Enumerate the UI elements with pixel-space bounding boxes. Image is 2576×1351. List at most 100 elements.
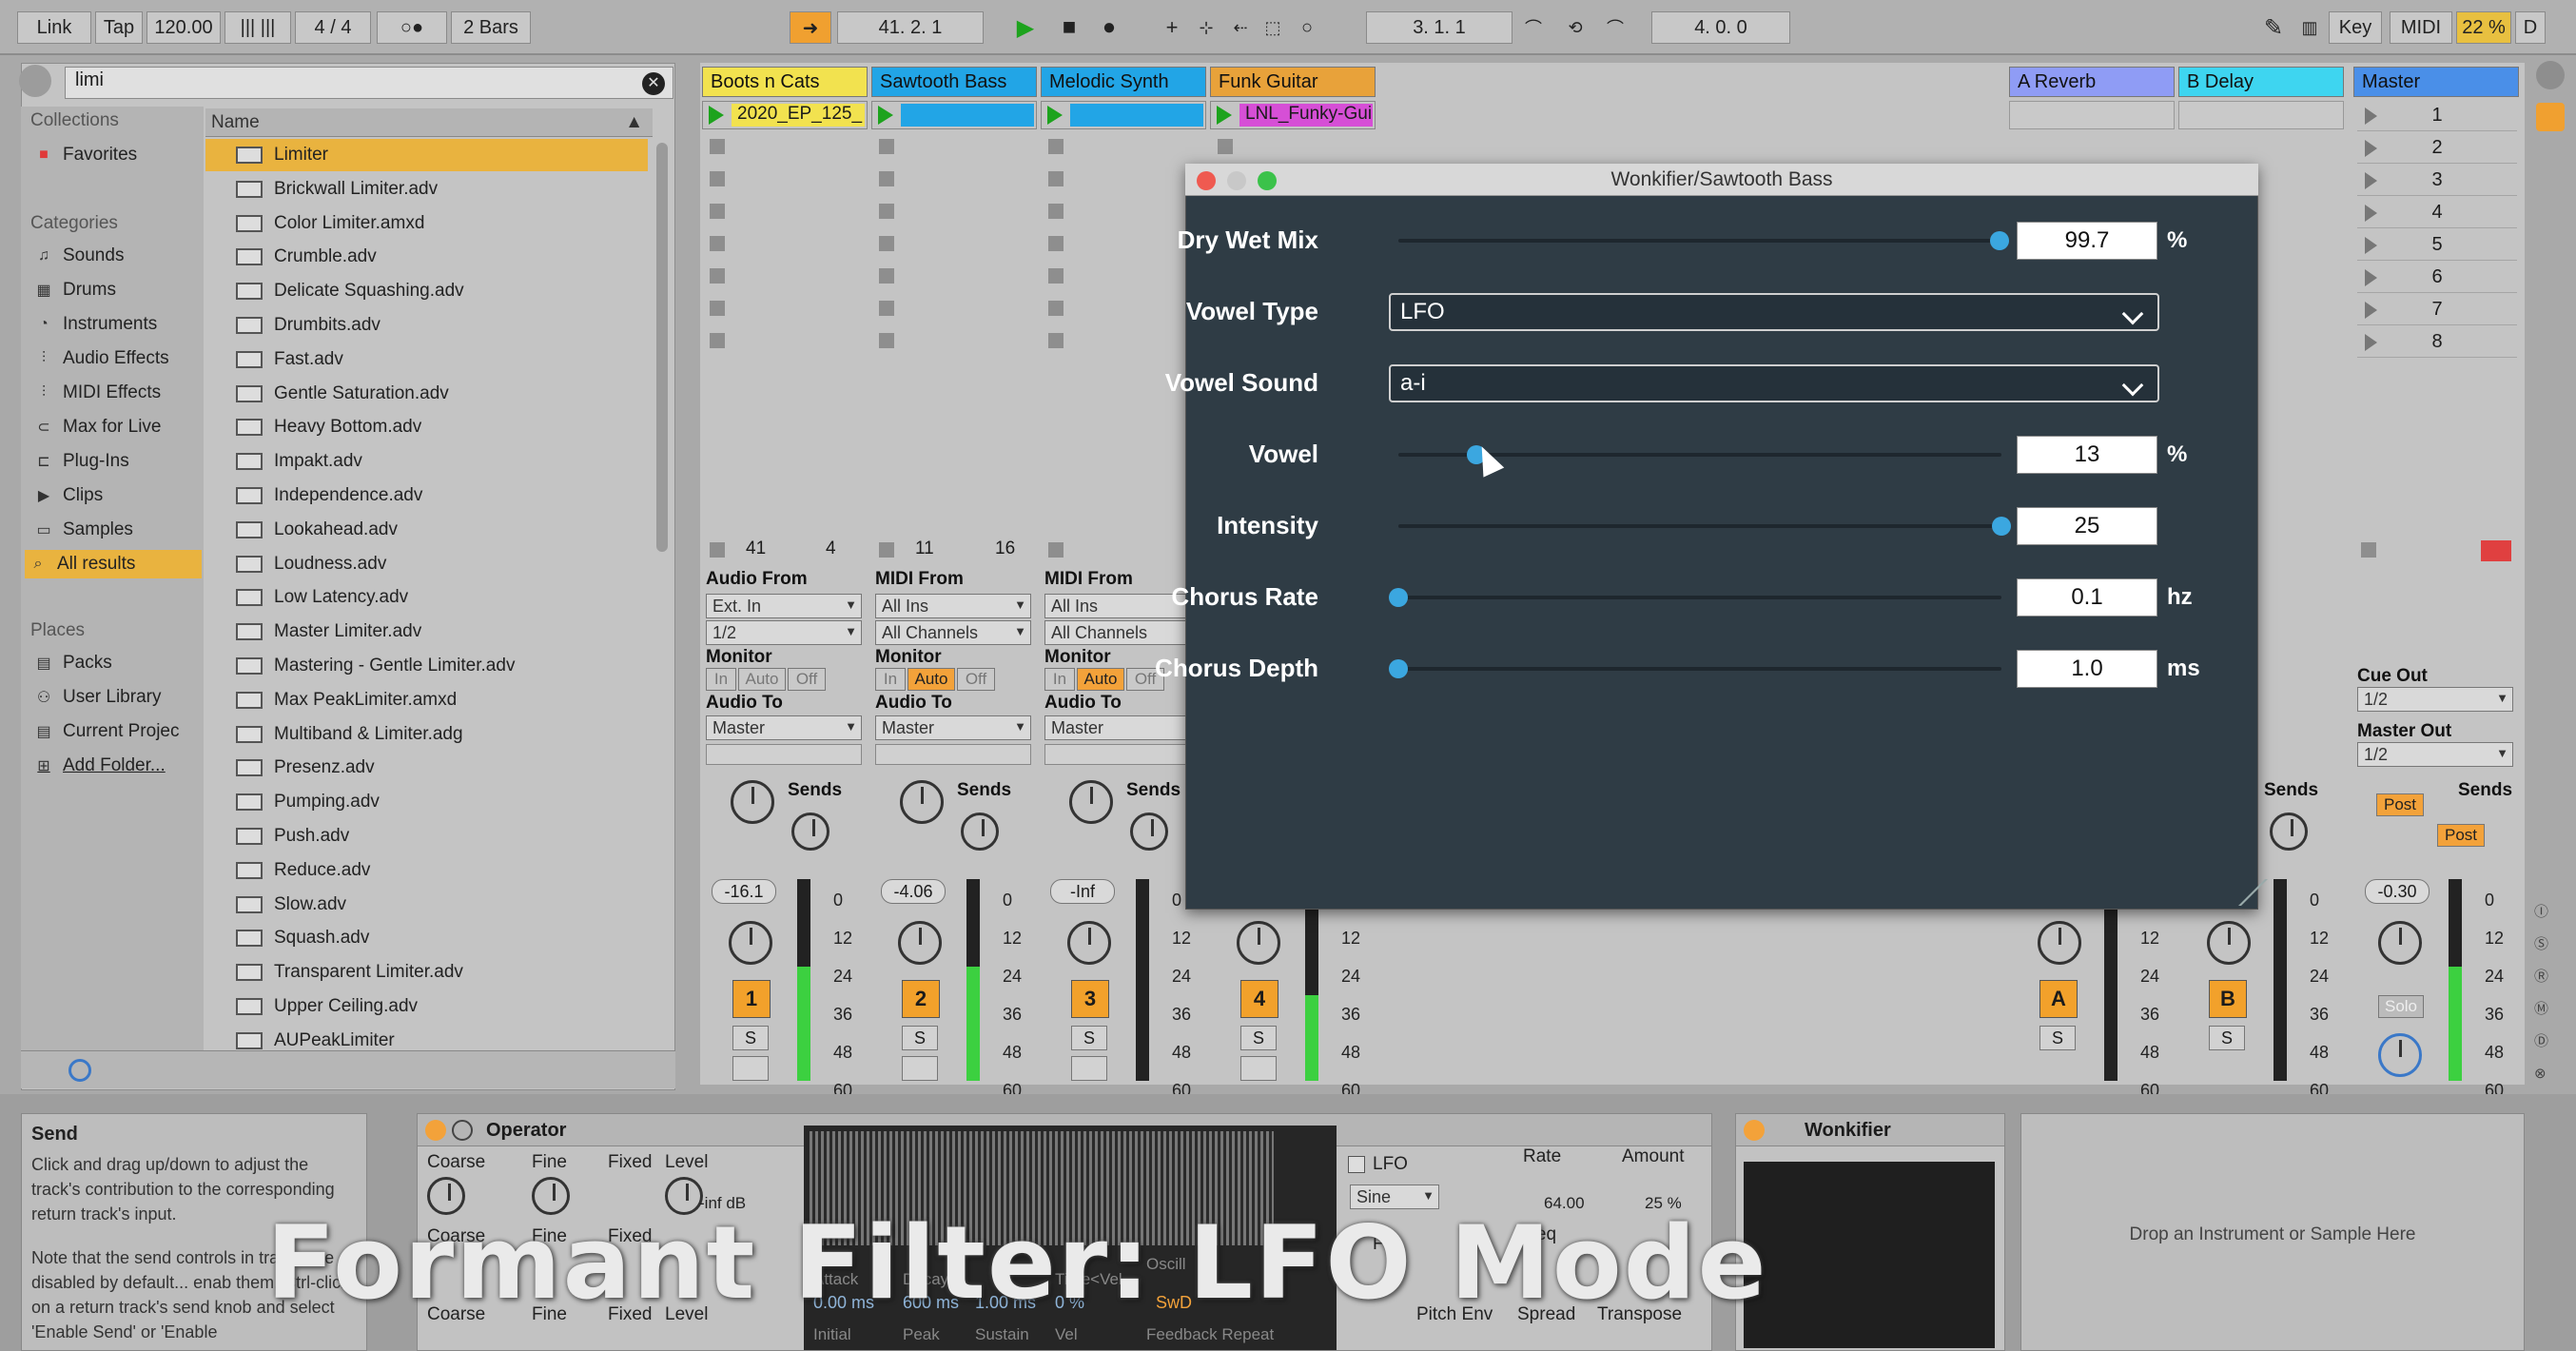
sidebar-item-sounds[interactable]: ♫ Sounds	[30, 242, 202, 270]
scene-play-icon[interactable]	[2365, 268, 2377, 286]
device-on-icon[interactable]	[425, 1120, 446, 1141]
nudge-buttons[interactable]: ||| |||	[224, 11, 291, 44]
solo-button[interactable]: S	[902, 1026, 938, 1050]
session-record-icon[interactable]: ○	[1292, 13, 1322, 42]
track-activator[interactable]: 4	[1240, 980, 1278, 1018]
arm-button[interactable]	[732, 1056, 769, 1081]
punch-out-icon[interactable]: ⌒	[1600, 13, 1630, 42]
list-item[interactable]: Multiband & Limiter.adg	[205, 718, 648, 751]
sidebar-item-plug-ins[interactable]: ⊏ Plug-Ins	[30, 447, 202, 476]
stop-icon[interactable]: ■	[1054, 13, 1084, 42]
sub-routing-menu[interactable]	[875, 744, 1031, 765]
list-item[interactable]: Delicate Squashing.adv	[205, 275, 648, 307]
list-item[interactable]: Push.adv	[205, 820, 648, 852]
minimize-window-icon[interactable]	[1227, 171, 1246, 190]
list-item[interactable]: Transparent Limiter.adv	[205, 956, 648, 989]
list-item[interactable]: Lookahead.adv	[205, 514, 648, 546]
instrument-drop-zone[interactable]: Drop an Instrument or Sample Here	[2020, 1113, 2525, 1351]
master-track-header[interactable]: Master	[2353, 67, 2519, 97]
audio-to-menu[interactable]: Master	[875, 715, 1031, 740]
scene-play-icon[interactable]	[2365, 107, 2377, 125]
scene-play-icon[interactable]	[2365, 139, 2377, 157]
track-activator[interactable]: 2	[902, 980, 940, 1018]
param-value-box[interactable]: 1.0	[2017, 650, 2157, 688]
send-b-knob[interactable]	[2270, 813, 2308, 851]
clip-slot-stop[interactable]	[879, 301, 894, 316]
post-button[interactable]: Post	[2376, 793, 2424, 816]
list-item[interactable]: Heavy Bottom.adv	[205, 411, 648, 443]
return-activator[interactable]: A	[2039, 980, 2078, 1018]
clip-slot-stop[interactable]	[710, 139, 725, 154]
time-signature[interactable]: 4 / 4	[295, 11, 371, 44]
list-item[interactable]: Loudness.adv	[205, 548, 648, 580]
param-value-box[interactable]: 13	[2017, 436, 2157, 474]
send-b-knob[interactable]	[791, 813, 829, 851]
clip-name[interactable]	[901, 104, 1034, 127]
scene-play-icon[interactable]	[2365, 333, 2377, 351]
send-b-knob[interactable]	[961, 813, 999, 851]
solo-button[interactable]: S	[1240, 1026, 1277, 1050]
list-item[interactable]: Limiter	[205, 139, 648, 171]
clip-slot-stop[interactable]	[879, 139, 894, 154]
clip-launch-icon[interactable]	[1217, 106, 1232, 125]
list-item[interactable]: Presenz.adv	[205, 752, 648, 784]
param-select[interactable]: LFO	[1389, 293, 2159, 331]
sidebar-item-audio-effects[interactable]: ⫶ Audio Effects	[30, 344, 202, 373]
record-icon[interactable]: ●	[1094, 13, 1124, 42]
clip-slot[interactable]	[871, 101, 1037, 129]
keyboard-icon[interactable]: ▥	[2294, 13, 2325, 42]
track-activator[interactable]: 3	[1071, 980, 1109, 1018]
scene-play-icon[interactable]	[2365, 301, 2377, 319]
scene-launch-button[interactable]: 5	[2357, 230, 2517, 261]
arm-button[interactable]	[902, 1056, 938, 1081]
pan-knob[interactable]	[1067, 921, 1111, 965]
track-header[interactable]: Boots n Cats	[702, 67, 868, 97]
input-type-menu[interactable]: Ext. In	[706, 594, 862, 618]
list-item[interactable]: Fast.adv	[205, 343, 648, 376]
post-button-b[interactable]: Post	[2437, 824, 2485, 847]
volume-value[interactable]: -16.1	[712, 879, 776, 904]
sidebar-item-max-for-live[interactable]: ⊂ Max for Live	[30, 413, 202, 441]
sidebar-item-samples[interactable]: ▭ Samples	[30, 516, 202, 544]
scene-launch-button[interactable]: 8	[2357, 327, 2517, 358]
sidebar-item-clips[interactable]: ▶ Clips	[30, 481, 202, 510]
midi-map-button[interactable]: MIDI	[2390, 11, 2452, 44]
scene-launch-button[interactable]: 3	[2357, 166, 2517, 196]
cue-out-menu[interactable]: 1/2	[2357, 687, 2513, 712]
send-a-knob[interactable]	[1069, 780, 1113, 824]
clip-slot-stop[interactable]	[710, 268, 725, 284]
monitor-in-button[interactable]: In	[706, 668, 736, 691]
loop-length[interactable]: 4. 0. 0	[1651, 11, 1790, 44]
clip-view-icon[interactable]	[2536, 103, 2565, 131]
sidebar-item-add-folder[interactable]: ⊞ Add Folder...	[30, 752, 202, 780]
return-track-header[interactable]: B Delay	[2178, 67, 2344, 97]
clip-name[interactable]: LNL_Funky-Gui	[1239, 104, 1373, 127]
search-input[interactable]: limi ✕	[65, 67, 673, 99]
track-activator[interactable]: 1	[732, 980, 771, 1018]
scene-launch-button[interactable]: 6	[2357, 263, 2517, 293]
list-item[interactable]: Master Limiter.adv	[205, 616, 648, 648]
clear-search-icon[interactable]: ✕	[642, 72, 665, 95]
return-solo-button[interactable]: S	[2039, 1026, 2076, 1050]
return-pan-knob[interactable]	[2038, 921, 2081, 965]
param-slider-thumb[interactable]	[1389, 659, 1408, 678]
loop-icon[interactable]: ⟲	[1560, 13, 1590, 42]
pan-knob[interactable]	[1237, 921, 1280, 965]
param-slider-track[interactable]	[1398, 524, 2001, 528]
clip-slot-stop[interactable]	[1048, 171, 1064, 186]
param-select[interactable]: a-i	[1389, 364, 2159, 402]
list-item[interactable]: Squash.adv	[205, 922, 648, 954]
list-item[interactable]: Crumble.adv	[205, 241, 648, 273]
monitor-auto-button[interactable]: Auto	[738, 668, 786, 691]
pan-knob[interactable]	[898, 921, 942, 965]
tap-button[interactable]: Tap	[95, 11, 143, 44]
clip-slot-stop[interactable]	[879, 333, 894, 348]
volume-value[interactable]: -4.06	[881, 879, 946, 904]
list-item[interactable]: Impakt.adv	[205, 445, 648, 478]
return-activator[interactable]: B	[2209, 980, 2247, 1018]
track-header[interactable]: Melodic Synth	[1041, 67, 1206, 97]
param-value-box[interactable]: 25	[2017, 507, 2157, 545]
clip-name[interactable]	[1070, 104, 1203, 127]
clip-launch-icon[interactable]	[878, 106, 893, 125]
file-list-scrollbar[interactable]	[656, 143, 668, 552]
